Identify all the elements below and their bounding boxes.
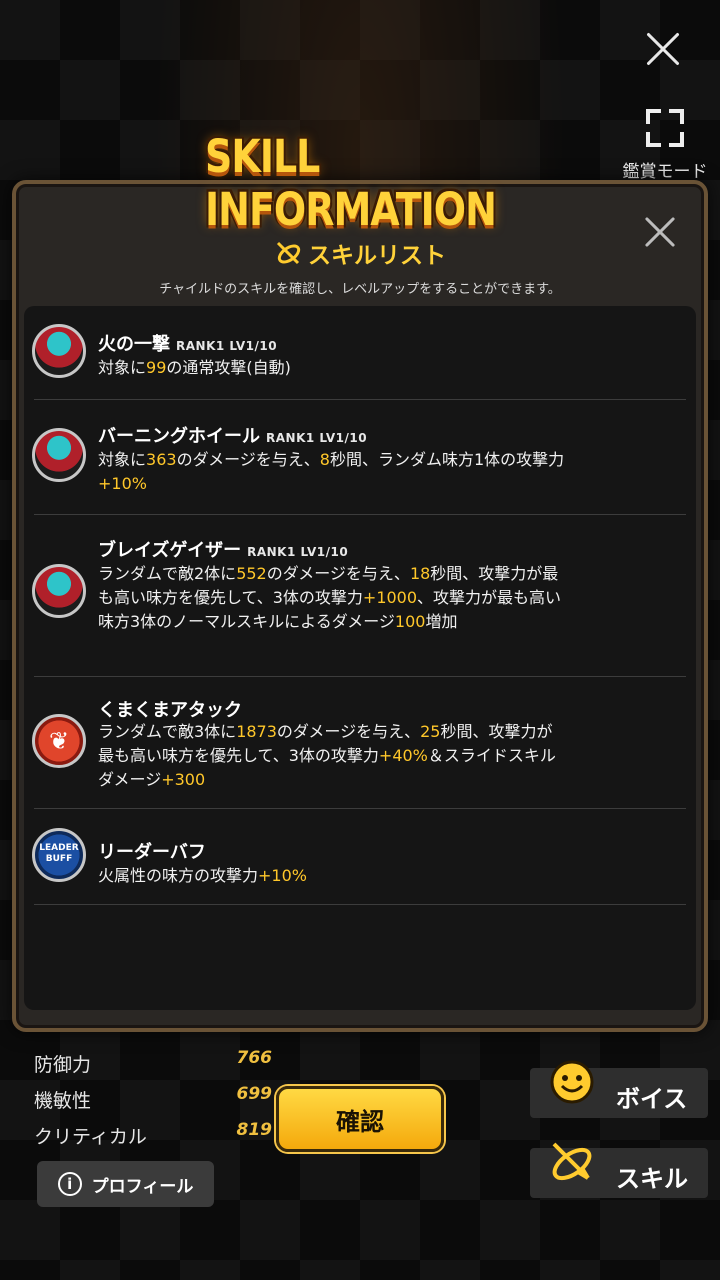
skill-title: 火の一撃 (98, 334, 170, 355)
skill-desc-text: のダメージを与え、 (276, 722, 421, 741)
list-header: スキルリスト チャイルドのスキルを確認し、レベルアップをすることができます。 (30, 236, 690, 297)
skill-button-label: スキル (616, 1165, 688, 1193)
view-mode-label: 鑑賞モード (622, 162, 708, 182)
divider (34, 399, 686, 400)
skill-desc-text: 火属性の味方の攻撃力 (98, 866, 259, 885)
close-icon[interactable] (640, 26, 686, 72)
skill-rank: RANK1 LV1/10 (176, 339, 278, 353)
skill-orbit-icon (276, 241, 301, 265)
skill-description: ランダムで敵2体に552のダメージを与え、18秒間、攻撃力が最も高い味方を優先し… (98, 562, 568, 634)
skill-desc-value: 25 (420, 722, 441, 741)
list-subtitle: チャイルドのスキルを確認し、レベルアップをすることができます。 (159, 282, 561, 297)
character-portrait-icon (32, 428, 86, 482)
skill-button[interactable]: スキル (530, 1142, 708, 1198)
skill-desc-value: 363 (146, 450, 177, 469)
skill-desc-text: 秒間、ランダム味方1体の攻撃力 (329, 450, 565, 469)
confirm-button-label: 確認 (336, 1107, 384, 1136)
skill-name: リーダーバフ (98, 838, 206, 864)
skill-desc-value: 8 (319, 450, 330, 469)
list-title-row: スキルリスト (30, 236, 690, 270)
skill-desc-text: 増加 (425, 612, 458, 631)
skill-description: 対象に363のダメージを与え、8秒間、ランダム味方1体の攻撃力 +10% (98, 448, 568, 496)
skill-rank: RANK1 LV1/10 (247, 545, 349, 559)
skill-description: ランダムで敵3体に1873のダメージを与え、25秒間、攻撃力が最も高い味方を優先… (98, 720, 568, 792)
title-banner: SKILL INFORMATION (205, 130, 515, 236)
stat-row: クリティカル 819 (28, 1118, 278, 1154)
skill-desc-value: +300 (161, 770, 206, 789)
voice-button[interactable]: ボイス (530, 1060, 708, 1118)
skill-desc-text: のダメージを与え、 (176, 450, 320, 469)
view-mode-button[interactable]: 鑑賞モード (615, 105, 715, 185)
skill-desc-value: 100 (394, 612, 426, 631)
info-icon: i (57, 1172, 82, 1196)
divider (34, 514, 686, 515)
skill-desc-text: 対象に (98, 450, 147, 469)
skill-desc-text: ランダムで敵3体に (98, 722, 237, 741)
skill-description: 火属性の味方の攻撃力+10% (98, 864, 568, 888)
stat-row: 防御力 766 (28, 1046, 278, 1082)
stat-label: 機敏性 (34, 1090, 92, 1112)
leader-buff-icon-text: LEADER BUFF (39, 843, 79, 864)
skill-desc-text: ランダムで敵2体に (98, 564, 237, 583)
smiley-icon (550, 1060, 594, 1104)
divider (34, 808, 686, 809)
skill-desc-value: 1873 (236, 722, 277, 741)
divider (34, 904, 686, 905)
leader-buff-icon: LEADER BUFF (32, 828, 86, 882)
wing-emblem-icon: ❦ (32, 714, 86, 768)
voice-button-label: ボイス (616, 1085, 688, 1113)
slide-skill-portrait-icon (32, 564, 86, 618)
stat-label: 防御力 (34, 1054, 92, 1076)
skill-desc-value: +10% (258, 866, 307, 885)
list-title: スキルリスト (308, 243, 446, 269)
skill-name: バーニングホイール RANK1 LV1/10 (98, 422, 367, 448)
confirm-button[interactable]: 確認 (276, 1086, 444, 1152)
stat-value: 699 (236, 1084, 273, 1104)
skill-name: くまくまアタック (98, 696, 242, 722)
stat-value: 819 (236, 1120, 273, 1140)
skill-list[interactable]: 火の一撃 RANK1 LV1/10 対象に99の通常攻撃(自動) バーニングホイー… (24, 306, 696, 1010)
skill-desc-value: +10% (98, 474, 147, 493)
skill-desc-text: のダメージを与え、 (266, 564, 410, 583)
stats-list: 防御力 766 機敏性 699 クリティカル 819 (28, 1046, 278, 1154)
skill-desc-text: 対象に (98, 358, 147, 377)
profile-button-label: プロフィール (91, 1176, 194, 1197)
skill-name: 火の一撃 RANK1 LV1/10 (98, 330, 277, 356)
skill-rank: RANK1 LV1/10 (266, 431, 368, 445)
skill-title: くまくまアタック (98, 700, 242, 721)
skill-title: ブレイズゲイザー (98, 540, 242, 561)
stat-label: クリティカル (34, 1126, 147, 1148)
skill-title: バーニングホイール (98, 426, 260, 447)
profile-button[interactable]: i プロフィール (37, 1161, 214, 1207)
divider (34, 676, 686, 677)
skill-desc-value: +40% (378, 746, 428, 765)
stat-row: 機敏性 699 (28, 1082, 278, 1118)
stat-value: 766 (236, 1048, 273, 1068)
character-portrait-icon (32, 324, 86, 378)
skill-desc-value: 99 (146, 358, 167, 377)
panel-title: SKILL INFORMATION (205, 130, 497, 236)
skill-desc-text: の通常攻撃(自動) (166, 358, 291, 377)
skill-orbit-icon (552, 1142, 592, 1181)
skill-name: ブレイズゲイザー RANK1 LV1/10 (98, 536, 348, 562)
skill-description: 対象に99の通常攻撃(自動) (98, 356, 568, 380)
skill-title: リーダーバフ (98, 842, 206, 863)
skill-desc-value: 552 (236, 564, 267, 583)
skill-desc-value: +1000 (362, 588, 418, 607)
fullscreen-icon (646, 109, 684, 147)
skill-desc-value: 18 (409, 564, 431, 583)
